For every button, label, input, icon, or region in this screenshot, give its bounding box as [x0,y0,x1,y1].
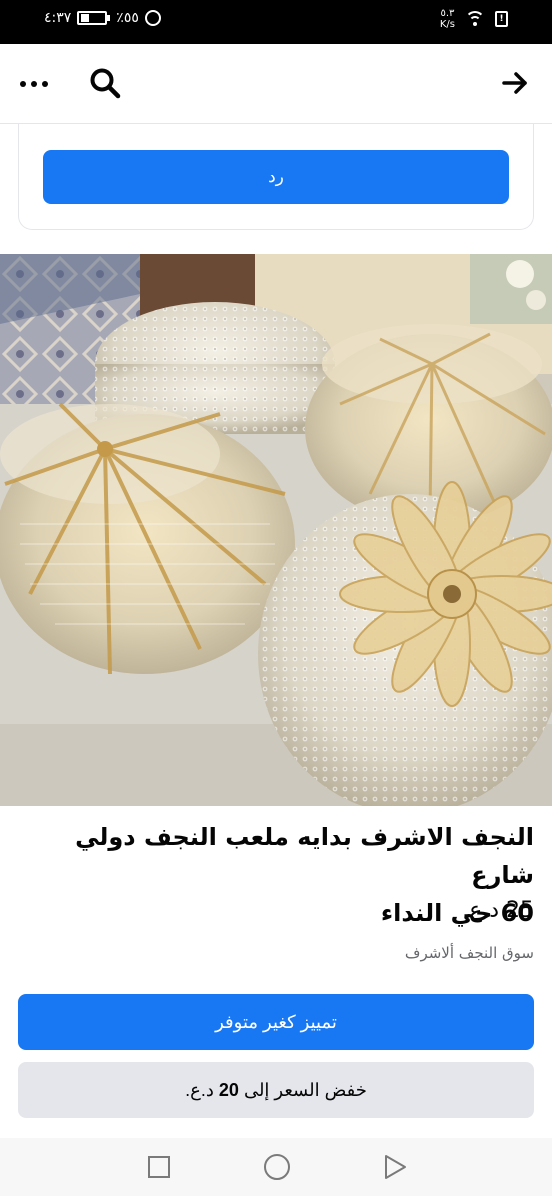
alarm-icon [144,10,161,26]
reply-card: رد [18,124,534,230]
listing-title-line2: 60 حي النداء [380,899,534,927]
top-nav [0,44,552,124]
back-triangle-icon[interactable] [382,1154,408,1180]
listing-location[interactable]: سوق النجف ألاشرف [405,944,534,962]
listing-title: النجف الاشرف بدايه ملعب النجف دولي شارع … [14,818,534,932]
glass-lamp-covers-image [0,254,552,806]
listing-title-line1: النجف الاشرف بدايه ملعب النجف دولي شارع [75,823,534,889]
arrow-right-icon[interactable] [500,68,530,98]
status-bar: ٤:٣٧ ٪٥٥ ٥.٣ K/s ! [0,0,552,44]
mark-unavailable-button[interactable]: تمييز كغير متوفر [18,994,534,1050]
sim-alert-icon: ! [495,11,508,27]
status-right-group: ٥.٣ K/s ! [440,8,508,30]
battery-level: ٪٥٥ [116,10,139,26]
search-icon[interactable] [88,66,122,100]
home-icon[interactable] [264,1154,290,1180]
clock: ٤:٣٧ [44,10,72,26]
reduce-price-suffix: د.ع. [185,1079,214,1100]
network-speed-value: ٥.٣ [440,8,455,19]
reduce-price-button[interactable]: خفض السعر إلى 20 د.ع. [18,1062,534,1118]
listing-price: 25 د.ع. [462,898,534,923]
wifi-icon [465,11,485,27]
reduce-price-prefix: خفض السعر إلى [243,1079,367,1100]
recent-apps-icon[interactable] [148,1156,170,1178]
network-speed: ٥.٣ K/s [440,8,455,30]
battery-icon [77,11,108,25]
system-nav-bar [0,1138,552,1196]
network-speed-unit: K/s [439,19,455,30]
battery-nub [107,15,111,21]
reply-button[interactable]: رد [43,150,509,204]
reduce-price-amount: 20 [218,1079,239,1100]
listing-photo[interactable] [0,254,552,806]
more-icon[interactable] [20,74,52,94]
status-left-group: ٤:٣٧ ٪٥٥ [44,10,161,26]
